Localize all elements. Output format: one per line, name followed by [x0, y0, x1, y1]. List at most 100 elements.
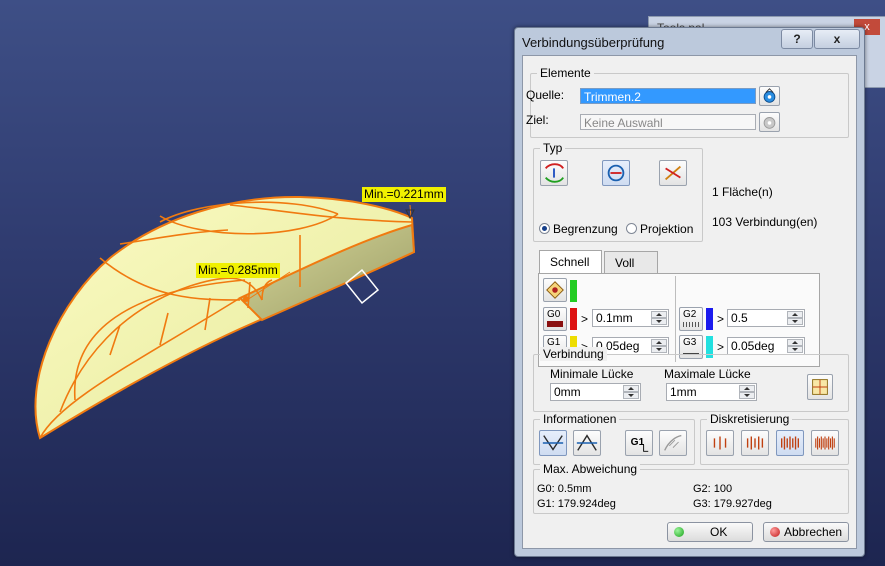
ziel-label: Ziel: [526, 113, 549, 127]
curvature-comb-icon [664, 434, 682, 451]
gap-options-button[interactable] [807, 374, 833, 400]
max-gap-up-arrow-icon[interactable] [739, 385, 755, 392]
info-curvature-button[interactable] [659, 430, 687, 456]
connection-check-dialog: Verbindungsüberprüfung ? x Elemente Quel… [514, 27, 865, 557]
close-button[interactable]: x [814, 29, 860, 49]
g2-value: 0.5 [731, 311, 748, 325]
discretization-medium-button[interactable] [776, 430, 804, 456]
discretization-fine-button[interactable] [811, 430, 839, 456]
discretization-medium-icon [781, 436, 799, 450]
curve-curve-icon [665, 165, 681, 181]
ok-color-swatch [570, 280, 577, 302]
ziel-select-button[interactable] [759, 112, 780, 132]
curve-connection-icon [607, 164, 625, 182]
g2-swatch-icon [683, 322, 699, 327]
max-gap-spinner[interactable]: 1mm [666, 383, 757, 401]
min-gap-label: Minimale Lücke [550, 367, 634, 381]
radio-begrenzung[interactable] [539, 223, 550, 234]
radio-begrenzung-label[interactable]: Begrenzung [553, 222, 618, 236]
surface-connection-icon [544, 163, 564, 183]
elemente-label: Elemente [537, 66, 594, 80]
max-curve-icon [576, 434, 598, 451]
help-button[interactable]: ? [781, 29, 813, 49]
typ-curve-curve-button[interactable] [659, 160, 687, 186]
max-gap-value: 1mm [670, 385, 697, 399]
g3-up-arrow-icon[interactable] [787, 339, 803, 346]
min-gap-spinner[interactable]: 0mm [550, 383, 641, 401]
quelle-field[interactable]: Trimmen.2 [580, 88, 756, 104]
g1-info-icon: G1 [631, 437, 649, 452]
cancel-red-dot-icon [770, 527, 780, 537]
min-gap-down-arrow-icon[interactable] [623, 392, 639, 399]
g0-up-arrow-icon[interactable] [651, 311, 667, 318]
ziel-field[interactable]: Keine Auswahl [580, 114, 756, 130]
diskretisierung-label: Diskretisierung [707, 412, 793, 426]
max-gap-label: Maximale Lücke [664, 367, 751, 381]
g3-down-arrow-icon[interactable] [787, 346, 803, 353]
info-max-button[interactable] [573, 430, 601, 456]
max-dev-g2: G2: 100 [693, 483, 733, 495]
discretization-coarse-button[interactable] [741, 430, 769, 456]
typ-surface-surface-button[interactable] [540, 160, 568, 186]
max-dev-g1: G1: 179.924deg [537, 498, 616, 510]
radio-projektion[interactable] [626, 223, 637, 234]
min-gap-up-arrow-icon[interactable] [623, 385, 639, 392]
g2-spinner[interactable]: 0.5 [727, 309, 805, 327]
ok-label: OK [710, 525, 728, 539]
min-annotation-2[interactable]: Min.=0.285mm [196, 263, 280, 278]
ok-button[interactable]: OK [667, 522, 753, 542]
g0-label: G0 [547, 309, 561, 320]
g0-gt: > [581, 312, 589, 326]
max-gap-down-arrow-icon[interactable] [739, 392, 755, 399]
g0-down-arrow-icon[interactable] [651, 318, 667, 325]
g1-up-arrow-icon[interactable] [651, 339, 667, 346]
discretization-fine-icon [815, 436, 835, 450]
diamond-icon [546, 281, 564, 299]
typ-label: Typ [540, 141, 566, 155]
quelle-select-button[interactable] [759, 86, 780, 106]
g0-value: 0.1mm [596, 311, 633, 325]
g2-button[interactable]: G2 [679, 307, 703, 331]
g3-spinner[interactable]: 0.05deg [727, 337, 805, 355]
tab-schnell[interactable]: Schnell [539, 250, 602, 274]
discretization-light-button[interactable] [706, 430, 734, 456]
g1-down-arrow-icon[interactable] [651, 346, 667, 353]
g3-label: G3 [683, 337, 697, 348]
g2-color-swatch [706, 308, 713, 330]
quelle-label: Quelle: [526, 88, 565, 102]
select-element-icon-disabled [763, 117, 776, 129]
min-gap-value: 0mm [554, 385, 581, 399]
dialog-body: Elemente Quelle: Trimmen.2 Ziel: Keine A… [522, 55, 857, 549]
cancel-button[interactable]: Abbrechen [763, 522, 849, 542]
verbindung-label: Verbindung [540, 347, 607, 361]
max-dev-g3: G3: 179.927deg [693, 498, 772, 510]
g2-up-arrow-icon[interactable] [787, 311, 803, 318]
grid-target-icon [812, 379, 828, 395]
discretization-light-icon [713, 436, 727, 450]
g0-swatch-icon [547, 321, 563, 327]
threshold-divider [675, 276, 676, 362]
fullscreen-check-button[interactable] [543, 278, 567, 302]
min-curve-icon [542, 435, 564, 451]
g0-button[interactable]: G0 [543, 307, 567, 331]
g0-spinner[interactable]: 0.1mm [592, 309, 669, 327]
info-g1-button[interactable]: G1 [625, 430, 653, 456]
connections-count: 103 Verbindung(en) [712, 215, 818, 229]
informationen-label: Informationen [540, 412, 620, 426]
radio-projektion-label[interactable]: Projektion [640, 222, 693, 236]
g3-value: 0.05deg [731, 339, 775, 353]
max-dev-g0: G0: 0.5mm [537, 483, 592, 495]
max-abweichung-label: Max. Abweichung [540, 462, 641, 476]
tab-voll[interactable]: Voll [604, 251, 658, 273]
typ-surface-curve-button[interactable] [602, 160, 630, 186]
g3-gt: > [717, 340, 725, 354]
g2-gt: > [717, 312, 725, 326]
ok-green-dot-icon [674, 527, 684, 537]
faces-count: 1 Fläche(n) [712, 185, 773, 199]
info-min-button[interactable] [539, 430, 567, 456]
g0-color-swatch [570, 308, 577, 330]
min-annotation-1[interactable]: Min.=0.221mm [362, 187, 446, 202]
discretization-coarse-icon [746, 436, 764, 450]
g2-down-arrow-icon[interactable] [787, 318, 803, 325]
select-element-icon [763, 88, 776, 103]
